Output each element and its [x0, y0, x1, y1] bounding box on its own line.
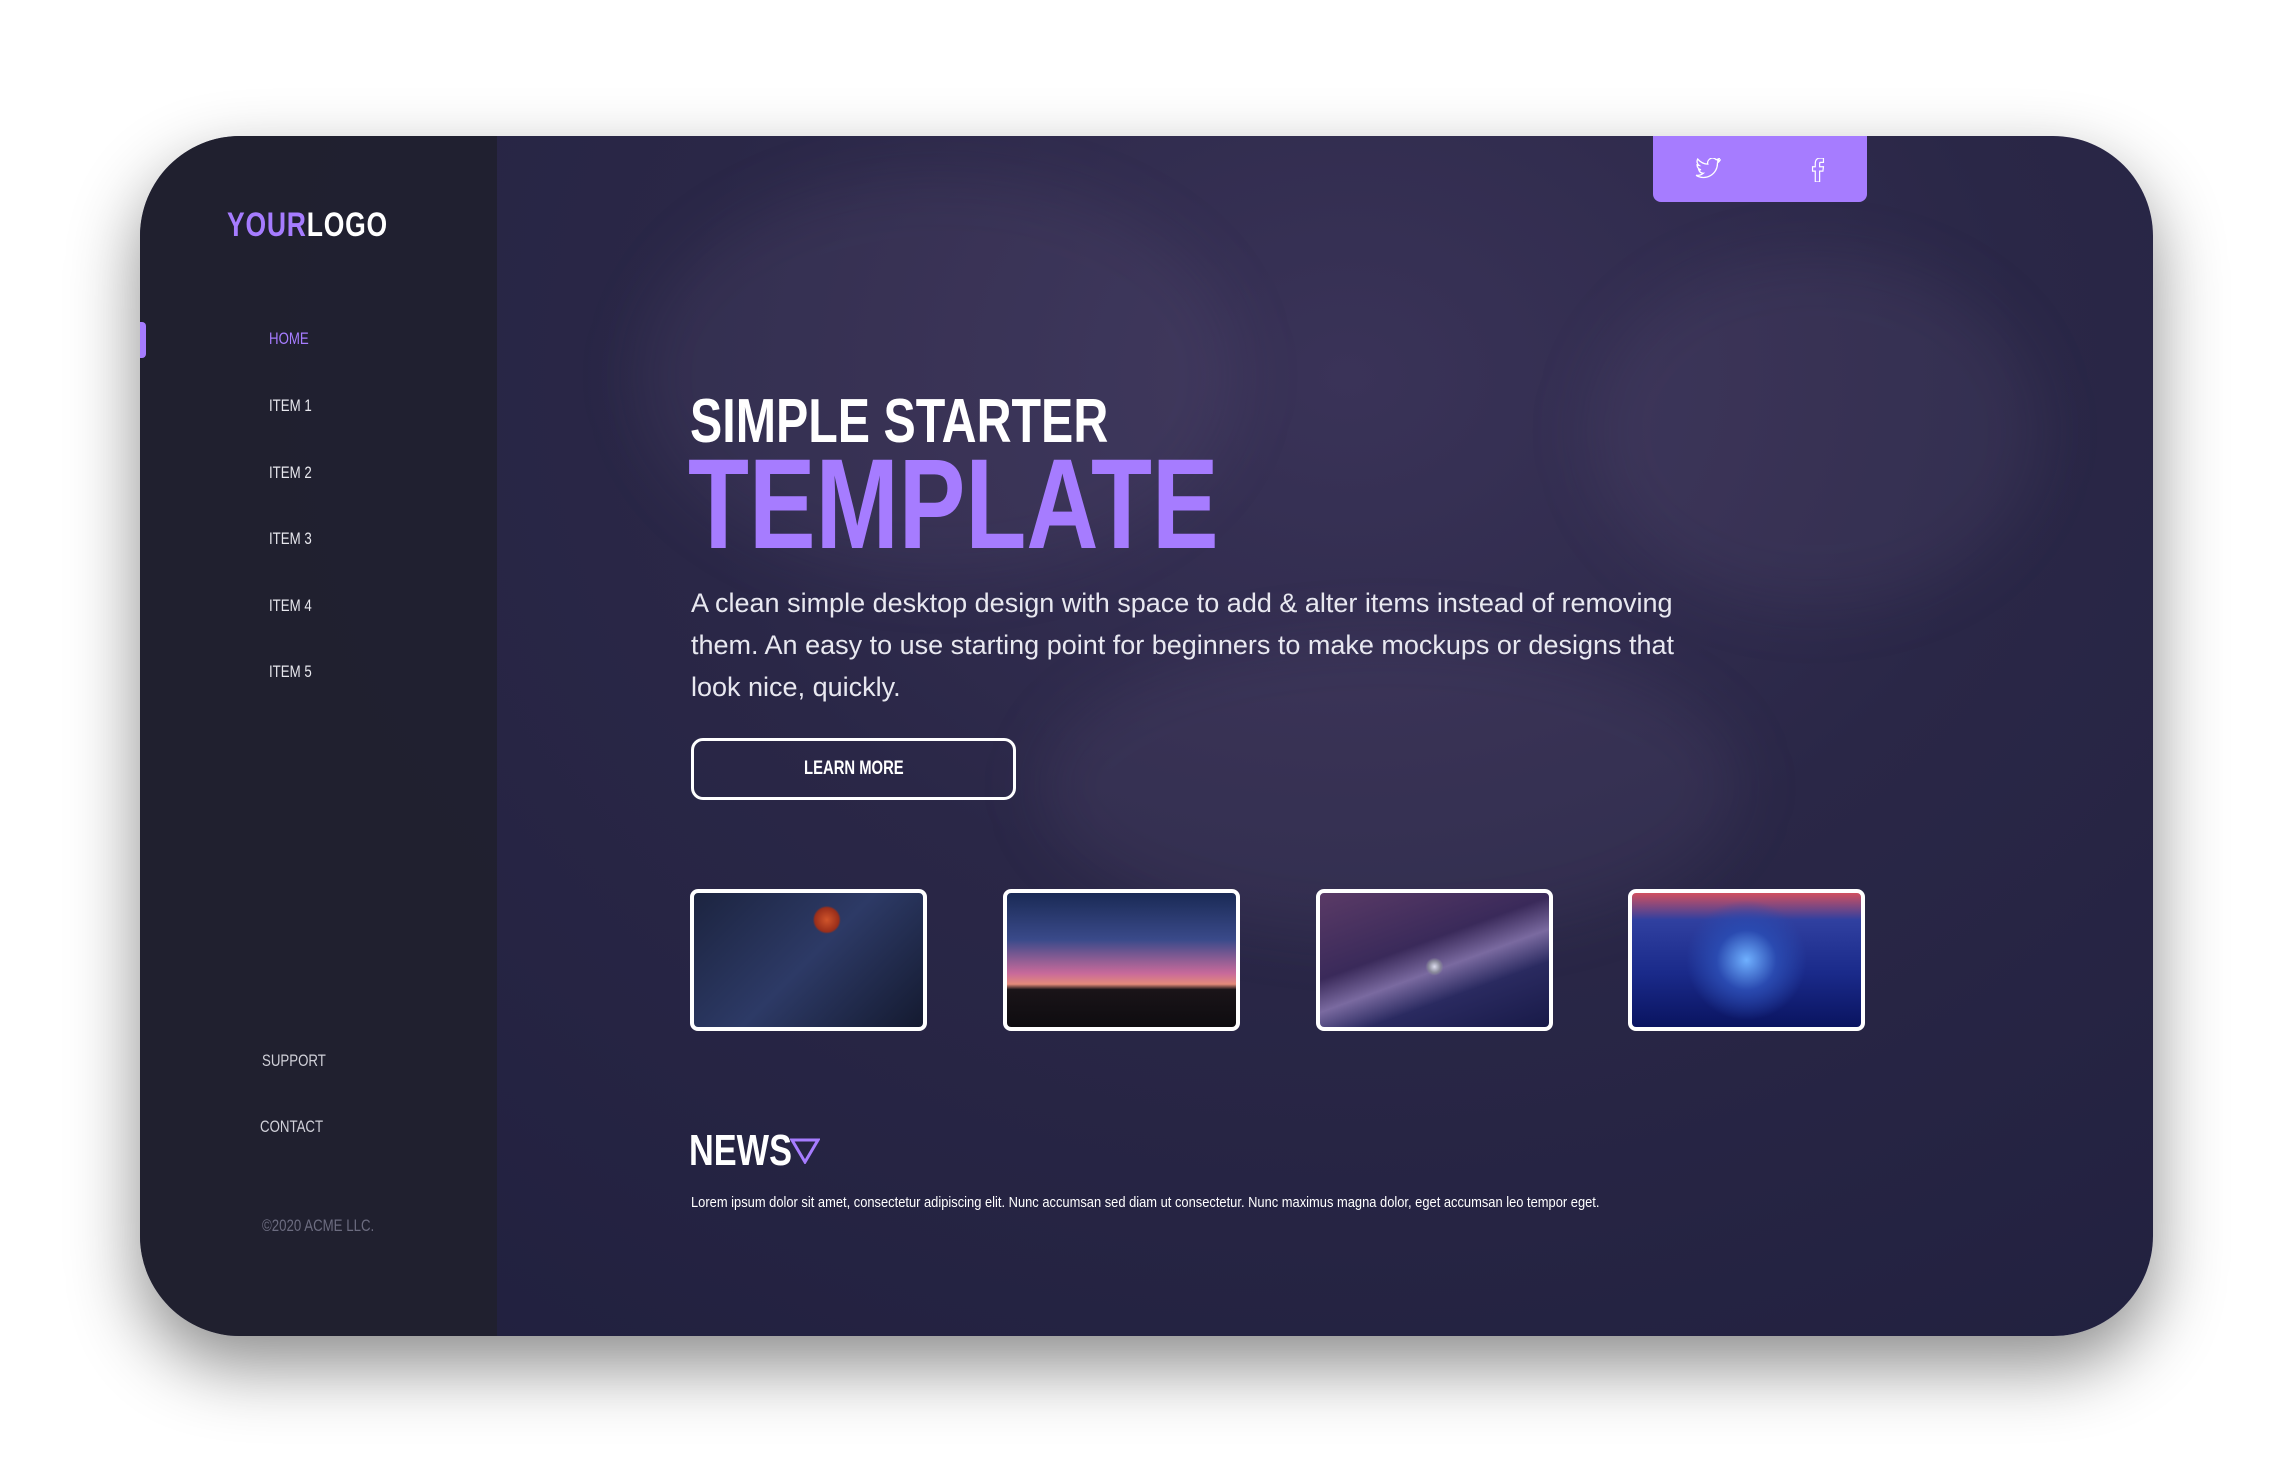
twitter-icon[interactable] — [1695, 157, 1722, 185]
news-text: Lorem ipsum dolor sit amet, consectetur … — [691, 1194, 1600, 1211]
hero-description: A clean simple desktop design with space… — [691, 588, 1675, 702]
nav-item-4[interactable]: ITEM 4 — [269, 596, 324, 616]
social-bar — [1653, 136, 1867, 202]
nav-item-1[interactable]: ITEM 1 — [269, 396, 324, 416]
logo-part1: YOUR — [227, 206, 307, 244]
nav-label: ITEM 3 — [269, 529, 312, 548]
support-link[interactable]: SUPPORT — [262, 1051, 344, 1071]
nav-label: ITEM 4 — [269, 596, 312, 615]
triangle-down-icon[interactable] — [790, 1138, 820, 1164]
copyright: ©2020 ACME LLC. — [262, 1216, 406, 1236]
logo-part2: LOGO — [306, 206, 388, 244]
hero-title-line2: TEMPLATE — [688, 433, 1219, 576]
logo[interactable]: YOURLOGO — [227, 206, 433, 245]
nav-label: ITEM 2 — [269, 463, 312, 482]
learn-more-button[interactable]: LEARN MORE — [691, 738, 1016, 800]
facebook-icon[interactable] — [1811, 157, 1825, 187]
nav-label: ITEM 5 — [269, 662, 312, 681]
sidebar: YOURLOGO HOME ITEM 1 ITEM 2 ITEM 3 ITEM … — [140, 136, 497, 1336]
gallery-thumb-mountain-sunset[interactable] — [1003, 889, 1240, 1031]
gallery-thumb-astronaut[interactable] — [1316, 889, 1553, 1031]
nav-item-5[interactable]: ITEM 5 — [269, 662, 324, 682]
gallery-thumb-night-sky[interactable] — [690, 889, 927, 1031]
support-label: SUPPORT — [262, 1051, 326, 1070]
nav-item-2[interactable]: ITEM 2 — [269, 463, 324, 483]
learn-more-label: LEARN MORE — [803, 758, 904, 779]
page-card: YOURLOGO HOME ITEM 1 ITEM 2 ITEM 3 ITEM … — [140, 136, 2153, 1336]
active-indicator — [140, 322, 146, 358]
nav-label: ITEM 1 — [269, 396, 312, 415]
nav-item-3[interactable]: ITEM 3 — [269, 529, 324, 549]
nav-label: HOME — [269, 329, 309, 348]
nav-home[interactable]: HOME — [269, 329, 320, 349]
copyright-text: ©2020 ACME LLC. — [262, 1216, 375, 1235]
contact-link[interactable]: CONTACT — [260, 1117, 341, 1137]
contact-label: CONTACT — [260, 1117, 324, 1136]
gallery-thumb-robot[interactable] — [1628, 889, 1865, 1031]
